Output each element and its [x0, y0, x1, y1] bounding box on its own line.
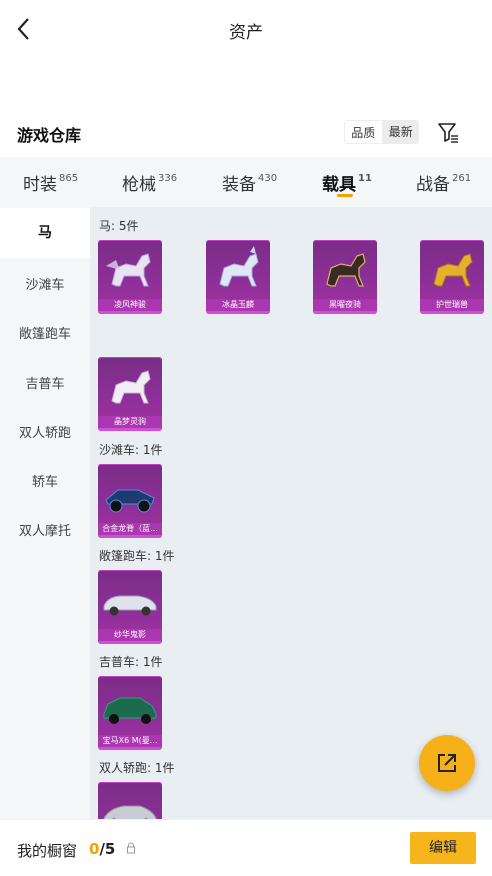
section-label-buggy: 沙滩车: 1件 [99, 443, 163, 457]
item-name: 冰晶玉麟 [206, 299, 270, 311]
sidebar-item-sedan[interactable]: 轿车 [0, 471, 90, 490]
tab-equipment[interactable]: 装备 430 [222, 170, 277, 195]
warehouse-title: 游戏仓库 [17, 126, 82, 145]
card-rarity-bar [420, 311, 484, 314]
car-icon [103, 595, 157, 616]
category-tabs: 时装 865 枪械 336 装备 430 载具 11 战备 261 [0, 157, 492, 207]
item-card[interactable]: 黑曜夜骑 [313, 240, 377, 314]
tab-vehicles[interactable]: 载具 11 [322, 170, 372, 195]
sidebar: 马 沙滩车 敞篷跑车 吉普车 双人轿跑 轿车 双人摩托 [0, 207, 90, 819]
tab-fashion[interactable]: 时装 865 [23, 170, 78, 195]
external-link-icon [438, 754, 456, 772]
section-label-convertible: 敞篷跑车: 1件 [99, 549, 175, 563]
card-rarity-bar [98, 311, 162, 314]
top-bar: 资产 [0, 0, 492, 60]
active-tab-indicator [337, 194, 353, 197]
item-grid: 马: 5件 凌风神骏 冰晶玉麟 黑曜夜骑 护世瑞兽 晶梦灵驹 沙滩车: 1件 合… [90, 207, 492, 819]
edit-button[interactable]: 编辑 [410, 832, 476, 864]
card-rarity-bar [98, 641, 162, 644]
section-label-coupe: 双人轿跑: 1件 [99, 761, 175, 775]
card-rarity-bar [98, 747, 162, 750]
car-icon [103, 697, 157, 724]
page-title: 资产 [229, 23, 263, 43]
sort-toggle: 品质 最新 [344, 120, 419, 144]
sidebar-item-jeep[interactable]: 吉普车 [0, 373, 90, 392]
sort-quality-button[interactable]: 品质 [344, 120, 383, 144]
item-card[interactable]: 冰晶玉麟 [206, 240, 270, 314]
lock-icon [127, 842, 135, 854]
car-icon [103, 805, 157, 819]
tab-guns[interactable]: 枪械 336 [122, 170, 177, 195]
sidebar-item-coupe[interactable]: 双人轿跑 [0, 422, 90, 441]
item-card[interactable]: 凌风神骏 [98, 240, 162, 314]
share-button[interactable] [419, 735, 475, 791]
item-name: 晶梦灵驹 [98, 416, 162, 428]
card-rarity-bar [98, 535, 162, 538]
filter-icon[interactable] [436, 120, 460, 144]
item-card[interactable]: 护世瑞兽 [420, 240, 484, 314]
card-rarity-bar [313, 311, 377, 314]
item-name: 黑曜夜骑 [313, 299, 377, 311]
item-card[interactable]: 纱华鬼影 [98, 570, 162, 644]
sidebar-item-convertible[interactable]: 敞篷跑车 [0, 323, 90, 342]
horse-icon [326, 253, 366, 287]
section-label-horse: 马: 5件 [99, 219, 139, 233]
item-name: 合金龙脊（蓝... [98, 523, 162, 535]
horse-icon [219, 246, 259, 287]
buggy-icon [105, 489, 155, 513]
showcase-footer: 我的橱窗 0/5 编辑 [0, 819, 492, 876]
item-name: 凌风神骏 [98, 299, 162, 311]
item-name: 护世瑞兽 [420, 299, 484, 311]
card-rarity-bar [98, 428, 162, 431]
sidebar-item-motorcycle[interactable]: 双人摩托 [0, 520, 90, 539]
showcase-count: 0/5 [89, 840, 116, 858]
sidebar-item-horse[interactable]: 马 [0, 208, 90, 258]
horse-icon [106, 253, 151, 287]
item-name: 宝马X6 M(曼... [98, 735, 162, 747]
sort-latest-button[interactable]: 最新 [382, 120, 419, 144]
item-card[interactable]: 合金龙脊（蓝... [98, 464, 162, 538]
card-rarity-bar [206, 311, 270, 314]
item-name: 纱华鬼影 [98, 629, 162, 641]
showcase-label: 我的橱窗 [17, 842, 78, 860]
tab-supplies[interactable]: 战备 261 [416, 170, 471, 195]
sidebar-item-buggy[interactable]: 沙滩车 [0, 274, 90, 293]
item-card[interactable]: 宝马X6 M(曼... [98, 676, 162, 750]
horse-icon [111, 370, 151, 404]
item-card[interactable] [98, 782, 162, 819]
horse-icon [433, 253, 473, 287]
section-label-jeep: 吉普车: 1件 [99, 655, 163, 669]
item-card[interactable]: 晶梦灵驹 [98, 357, 162, 431]
